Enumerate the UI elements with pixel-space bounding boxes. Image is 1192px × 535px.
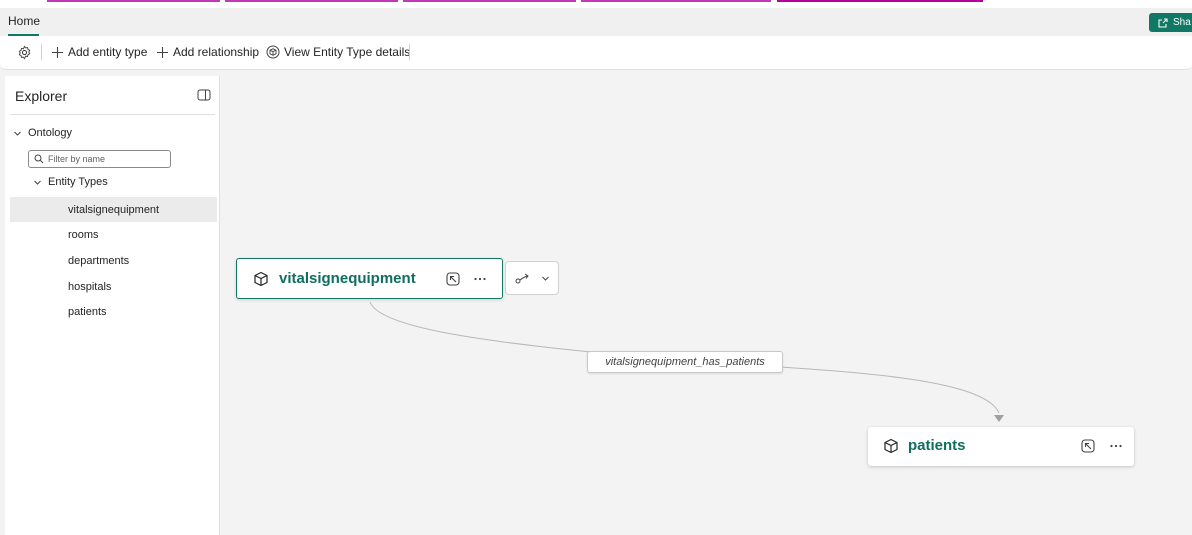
top-tab-strip xyxy=(0,0,1192,8)
cube-icon xyxy=(883,438,899,454)
explorer-divider xyxy=(10,114,215,115)
tree-root-ontology[interactable]: Ontology xyxy=(13,127,72,139)
tree-item-vitalsignequipment[interactable]: vitalsignequipment xyxy=(10,197,217,222)
tree-group-label: Entity Types xyxy=(48,176,108,188)
more-options-button[interactable] xyxy=(1109,438,1123,454)
edge-label[interactable]: vitalsignequipment_has_patients xyxy=(587,351,783,373)
plus-icon xyxy=(157,46,168,58)
open-icon xyxy=(1081,439,1095,453)
chevron-down-icon xyxy=(14,131,21,136)
cube-icon xyxy=(266,45,280,59)
filter-input-box[interactable] xyxy=(28,150,171,168)
open-entity-button[interactable] xyxy=(1080,438,1096,454)
view-entity-type-details-button[interactable]: View Entity Type details xyxy=(266,45,410,59)
tab-home[interactable]: Home xyxy=(8,14,40,28)
ellipsis-icon xyxy=(474,277,486,281)
share-label: Sha xyxy=(1173,17,1191,28)
tree-item-rooms[interactable]: rooms xyxy=(10,222,217,247)
entity-node-vitalsignequipment[interactable]: vitalsignequipment xyxy=(236,258,503,299)
search-icon xyxy=(34,154,44,164)
top-tab-active[interactable] xyxy=(777,0,983,2)
tree-item-departments[interactable]: departments xyxy=(10,248,217,273)
tree-group-entity-types[interactable]: Entity Types xyxy=(33,176,108,188)
top-tab[interactable] xyxy=(403,0,576,2)
share-icon xyxy=(1158,17,1168,28)
toolbar-divider xyxy=(41,44,42,60)
ellipsis-icon xyxy=(1110,444,1122,448)
top-tab[interactable] xyxy=(47,0,220,2)
top-tab[interactable] xyxy=(581,0,771,2)
tree-item-patients[interactable]: patients xyxy=(10,299,217,324)
edge-arrowhead-icon xyxy=(994,415,1004,422)
plus-icon xyxy=(52,46,63,58)
view-entity-type-details-label: View Entity Type details xyxy=(284,45,411,59)
open-icon xyxy=(446,272,460,286)
share-button[interactable]: Sha xyxy=(1149,13,1192,32)
open-entity-button[interactable] xyxy=(445,271,461,287)
ontology-canvas[interactable]: vitalsignequipment vitalsignequipment_ha… xyxy=(221,70,1192,535)
chevron-down-icon xyxy=(541,276,549,281)
filter-input[interactable] xyxy=(48,154,166,164)
toolbar: Add entity type Add relationship View En… xyxy=(0,36,1192,70)
node-title: patients xyxy=(908,437,966,454)
panel-toggle-button[interactable] xyxy=(197,88,211,106)
tree-item-label: hospitals xyxy=(68,280,112,293)
add-relationship-dropdown[interactable] xyxy=(505,261,559,295)
add-entity-type-button[interactable]: Add entity type xyxy=(51,45,147,59)
explorer-title: Explorer xyxy=(15,88,68,104)
ribbon-tab-row: Home xyxy=(0,8,1192,36)
sidebar-collapse-icon xyxy=(197,89,211,101)
more-options-button[interactable] xyxy=(473,271,487,287)
tree-item-label: rooms xyxy=(68,228,99,241)
top-tab[interactable] xyxy=(225,0,398,2)
add-entity-type-label: Add entity type xyxy=(68,45,148,59)
chevron-down-icon xyxy=(34,180,41,185)
node-title: vitalsignequipment xyxy=(279,270,416,287)
entity-node-patients[interactable]: patients xyxy=(868,427,1134,466)
tree-item-label: departments xyxy=(68,254,130,267)
tree-root-label: Ontology xyxy=(28,127,73,139)
toolbar-divider xyxy=(409,44,410,60)
tree-item-label: vitalsignequipment xyxy=(68,203,160,216)
add-relationship-button[interactable]: Add relationship xyxy=(156,45,259,59)
explorer-panel: Explorer Ontology Entity Types vitalsign… xyxy=(5,76,220,535)
add-relationship-label: Add relationship xyxy=(173,45,260,59)
tree-item-hospitals[interactable]: hospitals xyxy=(10,274,217,299)
cube-icon xyxy=(253,271,269,287)
relationship-icon xyxy=(515,273,529,284)
tree-item-label: patients xyxy=(68,305,107,318)
gear-icon xyxy=(18,45,31,60)
settings-button[interactable] xyxy=(17,45,32,60)
